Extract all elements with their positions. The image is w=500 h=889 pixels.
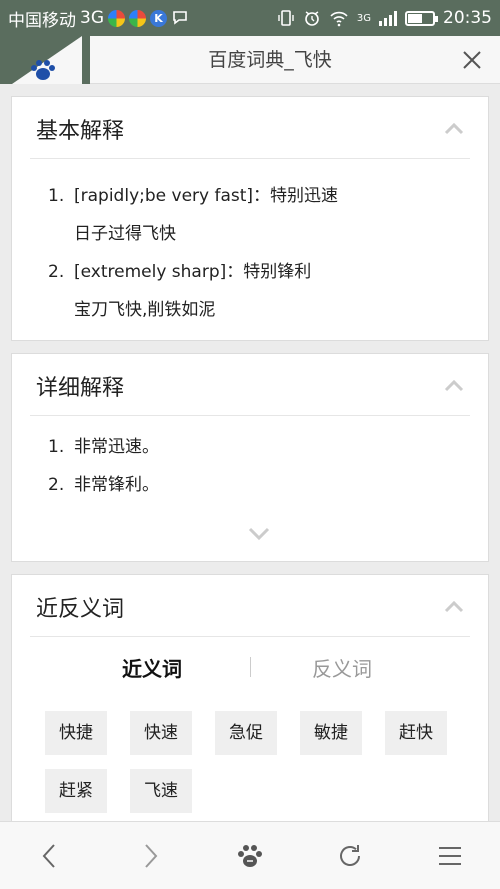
definition-text: [extremely sharp]：特别锋利 bbox=[74, 262, 312, 282]
back-icon[interactable] bbox=[36, 842, 64, 870]
definition-example: 宝刀飞快,削铁如泥 bbox=[74, 300, 216, 320]
battery-icon bbox=[405, 10, 438, 26]
app-icon-k: K bbox=[150, 9, 167, 27]
refresh-icon[interactable] bbox=[336, 842, 364, 870]
synonym-chip[interactable]: 急促 bbox=[215, 711, 277, 755]
page-title: 百度词典_飞快 bbox=[208, 49, 332, 71]
vibrate-icon bbox=[278, 10, 294, 26]
synonym-card-title: 近反义词 bbox=[36, 597, 125, 622]
definition-item: 1. 非常迅速。 bbox=[48, 428, 488, 466]
definition-number: 1. bbox=[48, 437, 65, 457]
synonym-chip[interactable]: 赶紧 bbox=[45, 769, 107, 813]
definition-example: 日子过得飞快 bbox=[74, 224, 176, 244]
collapse-chevron-icon[interactable] bbox=[444, 599, 464, 613]
signal-icon bbox=[379, 10, 397, 26]
menu-icon[interactable] bbox=[436, 842, 464, 870]
tab-divider bbox=[250, 657, 251, 677]
definition-text: [rapidly;be very fast]：特别迅速 bbox=[74, 186, 339, 206]
bottom-nav-bar bbox=[0, 821, 500, 889]
tab-synonym[interactable]: 近义词 bbox=[122, 653, 182, 682]
alarm-icon bbox=[305, 11, 319, 26]
status-left: 中国移动 3G K bbox=[8, 6, 189, 31]
synonym-tabs: 近义词 反义词 bbox=[30, 637, 470, 695]
detail-definition-list: 1. 非常迅速。 2. 非常锋利。 bbox=[12, 416, 488, 504]
definition-text: 非常锋利。 bbox=[74, 475, 159, 495]
status-bar: 中国移动 3G K 3G 20:35 bbox=[0, 0, 500, 36]
network-small-label: 3G bbox=[356, 12, 371, 24]
chat-icon bbox=[173, 11, 187, 25]
synonym-chip[interactable]: 快速 bbox=[130, 711, 192, 755]
clock: 20:35 bbox=[443, 8, 492, 28]
tab-antonym[interactable]: 反义词 bbox=[312, 653, 372, 682]
synonym-chip[interactable]: 飞速 bbox=[130, 769, 192, 813]
content-area: 基本解释 1. [rapidly;be very fast]：特别迅速 日子过得… bbox=[0, 84, 500, 821]
title-bar: 百度词典_飞快 bbox=[0, 36, 500, 84]
paw-logo-icon[interactable] bbox=[28, 59, 58, 81]
collapse-chevron-icon[interactable] bbox=[444, 121, 464, 135]
wifi-icon bbox=[330, 11, 348, 27]
detail-card-title: 详细解释 bbox=[36, 376, 125, 401]
definition-number: 2. bbox=[48, 475, 65, 495]
definition-item: 1. [rapidly;be very fast]：特别迅速 bbox=[48, 177, 488, 215]
synonym-card-header[interactable]: 近反义词 bbox=[30, 575, 470, 637]
synonym-antonym-card: 近反义词 近义词 反义词 快捷 快速 急促 敏捷 赶快 赶紧 飞速 bbox=[11, 574, 489, 821]
synonym-chip[interactable]: 敏捷 bbox=[300, 711, 362, 755]
baidu-home-icon[interactable] bbox=[236, 842, 264, 870]
carrier-label: 中国移动 bbox=[8, 10, 76, 31]
forward-icon[interactable] bbox=[136, 842, 164, 870]
app-icon-b bbox=[129, 9, 146, 27]
basic-definition-list: 1. [rapidly;be very fast]：特别迅速 日子过得飞快 2.… bbox=[12, 159, 488, 329]
definition-text: 非常迅速。 bbox=[74, 437, 159, 457]
collapse-chevron-icon[interactable] bbox=[444, 378, 464, 392]
status-right: 3G 20:35 bbox=[277, 8, 492, 28]
definition-number: 2. bbox=[48, 262, 65, 282]
basic-definition-card: 基本解释 1. [rapidly;be very fast]：特别迅速 日子过得… bbox=[11, 96, 489, 341]
basic-card-header[interactable]: 基本解释 bbox=[30, 97, 470, 159]
detailed-definition-card: 详细解释 1. 非常迅速。 2. 非常锋利。 bbox=[11, 353, 489, 562]
definition-item: 2. [extremely sharp]：特别锋利 bbox=[48, 253, 488, 291]
detail-card-header[interactable]: 详细解释 bbox=[30, 354, 470, 416]
network-label: 3G bbox=[80, 8, 104, 28]
synonym-chip[interactable]: 赶快 bbox=[385, 711, 447, 755]
app-icon-a bbox=[108, 9, 125, 27]
close-icon[interactable] bbox=[460, 48, 484, 72]
synonym-chip[interactable]: 快捷 bbox=[45, 711, 107, 755]
basic-card-title: 基本解释 bbox=[36, 119, 125, 144]
definition-number: 1. bbox=[48, 186, 65, 206]
expand-chevron-icon[interactable] bbox=[248, 527, 270, 541]
definition-item: 2. 非常锋利。 bbox=[48, 466, 488, 504]
